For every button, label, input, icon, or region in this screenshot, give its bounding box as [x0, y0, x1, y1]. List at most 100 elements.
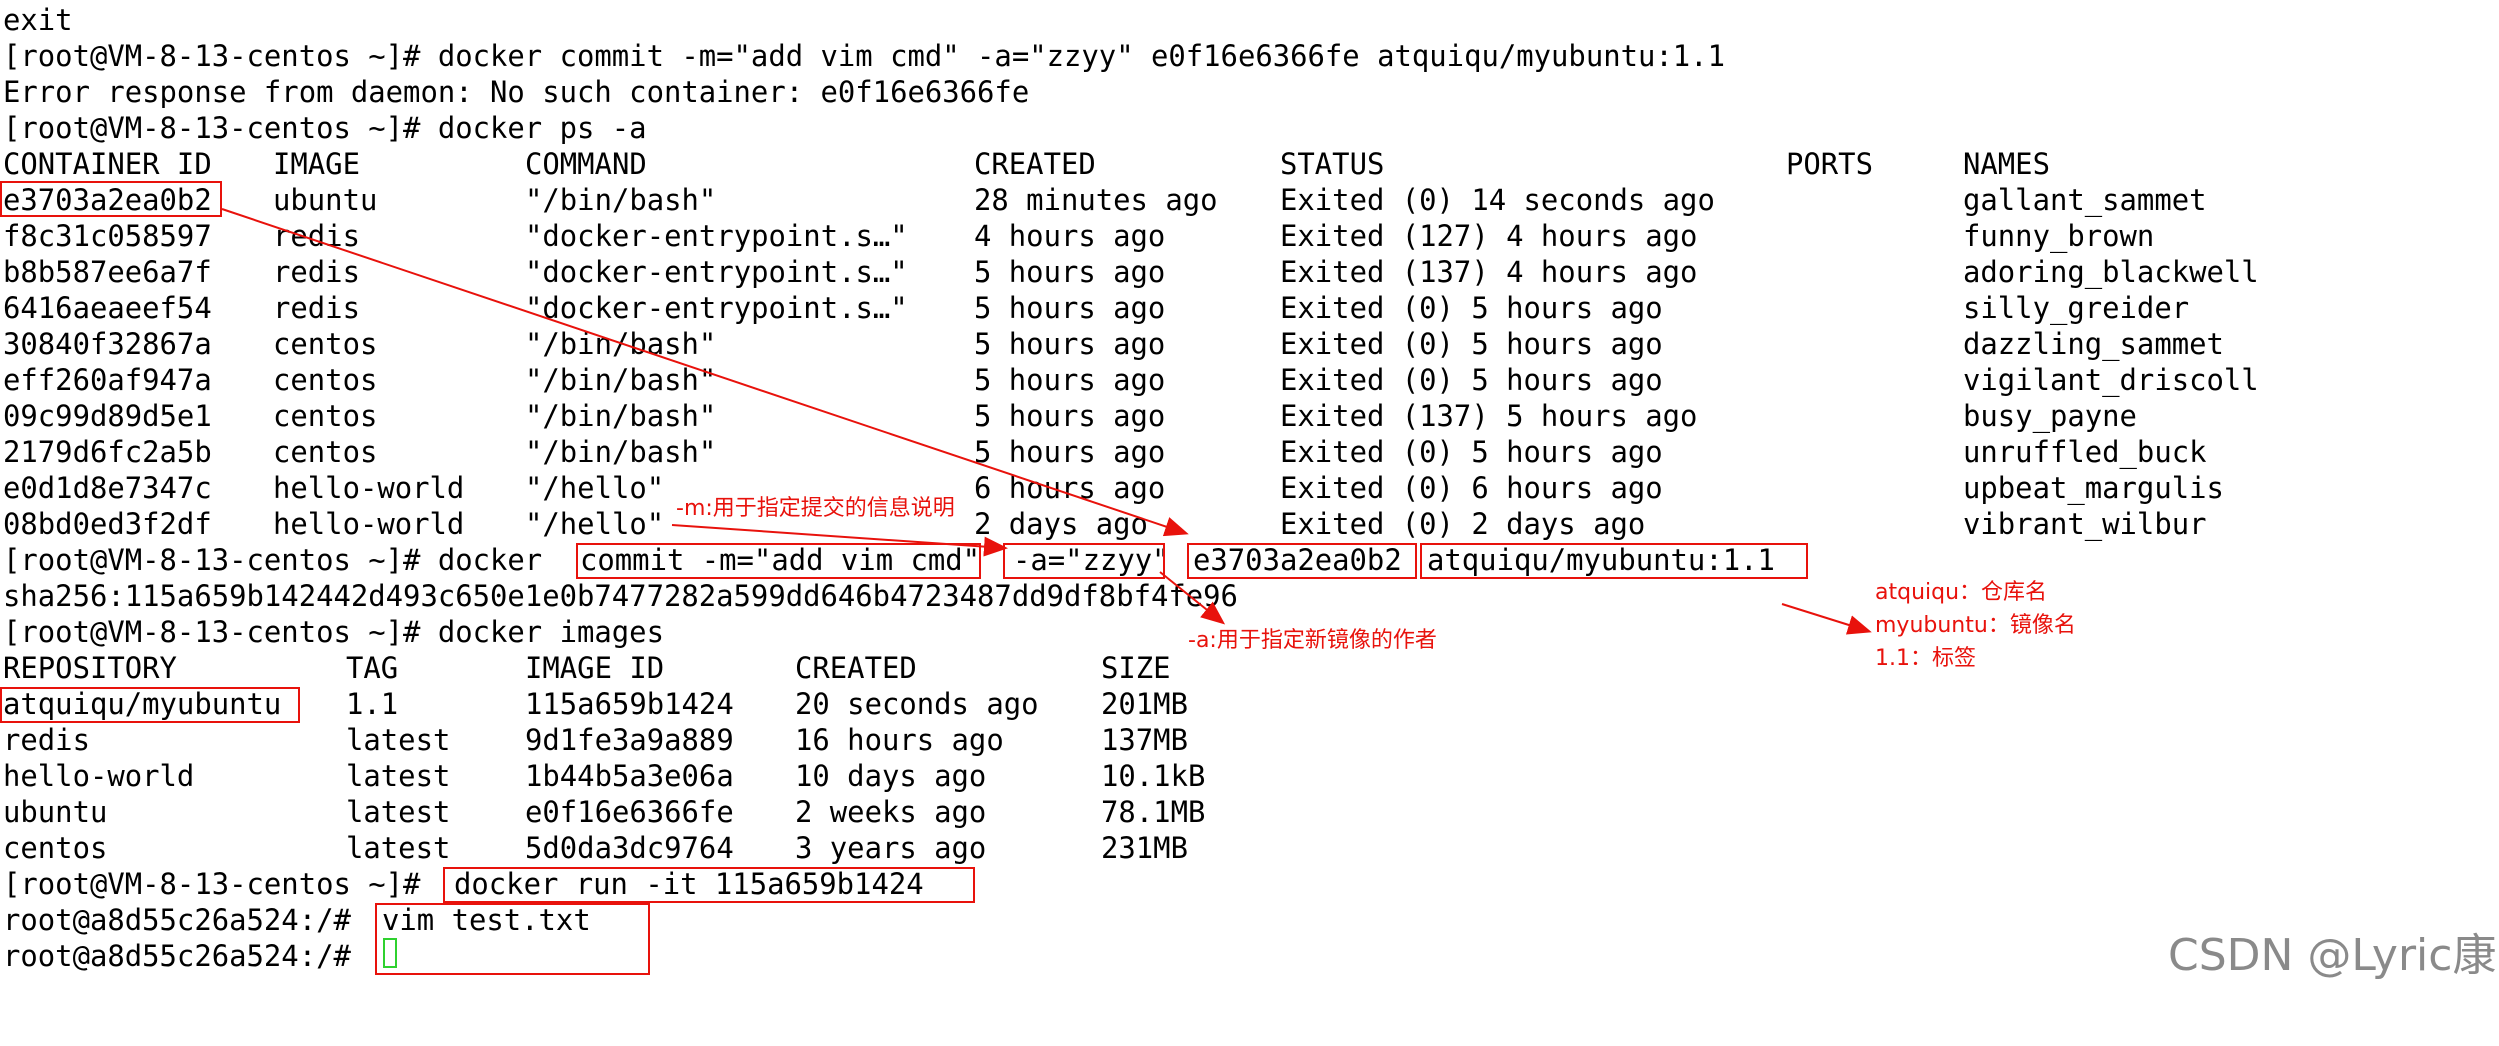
highlight-run-command	[443, 867, 975, 903]
images-cell: 16 hours ago	[795, 723, 1004, 757]
images-cell: latest	[346, 723, 451, 757]
ps-cell: redis	[273, 291, 360, 325]
ps-cell: Exited (0) 5 hours ago	[1280, 327, 1663, 361]
ps-cell: 6416aeaeef54	[3, 291, 212, 325]
images-cell: 201MB	[1101, 687, 1188, 721]
ps-cell: 5 hours ago	[974, 435, 1166, 469]
images-cell: 5d0da3dc9764	[525, 831, 734, 865]
ps-cell: Exited (0) 5 hours ago	[1280, 363, 1663, 397]
tag-note: atquiqu：仓库名	[1875, 580, 2048, 605]
images-cell: ubuntu	[3, 795, 108, 829]
run-command-line: [root@VM-8-13-centos ~]# docker run -it …	[3, 866, 924, 902]
ps-header-cell: NAMES	[1963, 147, 2050, 181]
images-cell: 10.1kB	[1101, 759, 1206, 793]
ps-cell: "docker-entrypoint.s…"	[525, 255, 908, 289]
images-cell: 20 seconds ago	[795, 687, 1039, 721]
terminal-line: [root@VM-8-13-centos ~]# docker commit -…	[3, 39, 1725, 73]
terminal-line: [root@VM-8-13-centos ~]# docker images	[3, 615, 664, 649]
prompt: [root@VM-8-13-centos ~]#	[3, 867, 421, 901]
ps-cell: Exited (0) 5 hours ago	[1280, 291, 1663, 325]
ps-cell: Exited (137) 4 hours ago	[1280, 255, 1698, 289]
images-header-cell: CREATED	[795, 651, 917, 685]
images-cell: latest	[346, 795, 451, 829]
arrow-tag-notes	[1781, 603, 1872, 635]
images-cell: e0f16e6366fe	[525, 795, 734, 829]
terminal-window[interactable]: exit [root@VM-8-13-centos ~]# docker com…	[0, 0, 2499, 999]
ps-cell: 2 days ago	[974, 507, 1148, 541]
vim-command-line: root@a8d55c26a524:/# vim test.txt	[3, 902, 591, 938]
prompt: [root@VM-8-13-centos ~]# docker	[3, 543, 560, 577]
a-flag-note: -a:用于指定新镜像的作者	[1188, 628, 1437, 653]
ps-cell: silly_greider	[1963, 291, 2190, 325]
terminal-line: Error response from daemon: No such cont…	[3, 75, 1030, 109]
ps-cell: 4 hours ago	[974, 219, 1166, 253]
highlight-author	[1003, 543, 1165, 579]
ps-cell: 5 hours ago	[974, 399, 1166, 433]
ps-cell: Exited (127) 4 hours ago	[1280, 219, 1698, 253]
ps-cell: 5 hours ago	[974, 255, 1166, 289]
ps-cell: eff260af947a	[3, 363, 212, 397]
prompt: root@a8d55c26a524:/#	[3, 939, 351, 973]
ps-cell: "docker-entrypoint.s…"	[525, 291, 908, 325]
ps-cell: 5 hours ago	[974, 327, 1166, 361]
images-cell: 3 years ago	[795, 831, 987, 865]
highlight-vim-command	[375, 903, 650, 975]
images-header-cell: SIZE	[1101, 651, 1171, 685]
images-header-cell: REPOSITORY	[3, 651, 177, 685]
m-flag-note: -m:用于指定提交的信息说明	[676, 496, 955, 521]
prompt: root@a8d55c26a524:/#	[3, 903, 351, 937]
ps-cell: 09c99d89d5e1	[3, 399, 212, 433]
tag-note: 1.1：标签	[1875, 646, 1976, 671]
ps-cell: "/bin/bash"	[525, 435, 717, 469]
ps-cell: Exited (0) 2 days ago	[1280, 507, 1646, 541]
ps-cell: e0d1d8e7347c	[3, 471, 212, 505]
ps-header-cell: IMAGE	[273, 147, 360, 181]
ps-cell: "/hello"	[525, 471, 665, 505]
images-table-header: REPOSITORY TAG IMAGE ID CREATED SIZE	[3, 650, 1171, 686]
images-header-cell: IMAGE ID	[525, 651, 665, 685]
sha-output: sha256:115a659b142442d493c650e1e0b747728…	[3, 579, 1238, 613]
images-cell: latest	[346, 759, 451, 793]
ps-header-cell: STATUS	[1280, 147, 1385, 181]
terminal-line: exit	[3, 3, 73, 37]
highlight-repository	[0, 687, 300, 723]
highlight-commit-container-id	[1187, 543, 1417, 579]
active-prompt-line[interactable]: root@a8d55c26a524:/#	[3, 938, 351, 974]
ps-cell: gallant_sammet	[1963, 183, 2207, 217]
ps-cell: 28 minutes ago	[974, 183, 1218, 217]
ps-cell: busy_payne	[1963, 399, 2137, 433]
images-cell: 231MB	[1101, 831, 1188, 865]
ps-cell: Exited (0) 14 seconds ago	[1280, 183, 1715, 217]
ps-cell: funny_brown	[1963, 219, 2155, 253]
ps-cell: centos	[273, 327, 378, 361]
ps-cell: centos	[273, 435, 378, 469]
ps-cell: adoring_blackwell	[1963, 255, 2259, 289]
images-cell: 137MB	[1101, 723, 1188, 757]
highlight-commit-message	[576, 543, 981, 579]
ps-cell: b8b587ee6a7f	[3, 255, 212, 289]
images-cell: 9d1fe3a9a889	[525, 723, 734, 757]
ps-cell: 6 hours ago	[974, 471, 1166, 505]
images-cell: 1.1	[346, 687, 399, 721]
images-cell: 115a659b1424	[525, 687, 734, 721]
images-cell: hello-world	[3, 759, 195, 793]
ps-cell: 5 hours ago	[974, 291, 1166, 325]
images-cell: latest	[346, 831, 451, 865]
images-cell: 10 days ago	[795, 759, 987, 793]
ps-cell: Exited (137) 5 hours ago	[1280, 399, 1698, 433]
ps-cell: unruffled_buck	[1963, 435, 2207, 469]
highlight-container-id	[0, 181, 222, 217]
ps-cell: vibrant_wilbur	[1963, 507, 2207, 541]
ps-cell: redis	[273, 219, 360, 253]
ps-header-cell: COMMAND	[525, 147, 647, 181]
ps-cell: 08bd0ed3f2df	[3, 507, 212, 541]
ps-cell: 5 hours ago	[974, 363, 1166, 397]
ps-cell: vigilant_driscoll	[1963, 363, 2259, 397]
images-header-cell: TAG	[346, 651, 399, 685]
ps-cell: centos	[273, 363, 378, 397]
ps-cell: hello-world	[273, 471, 465, 505]
ps-cell: Exited (0) 5 hours ago	[1280, 435, 1663, 469]
images-cell: centos	[3, 831, 108, 865]
ps-cell: "/bin/bash"	[525, 363, 717, 397]
highlight-image-tag	[1420, 543, 1808, 579]
